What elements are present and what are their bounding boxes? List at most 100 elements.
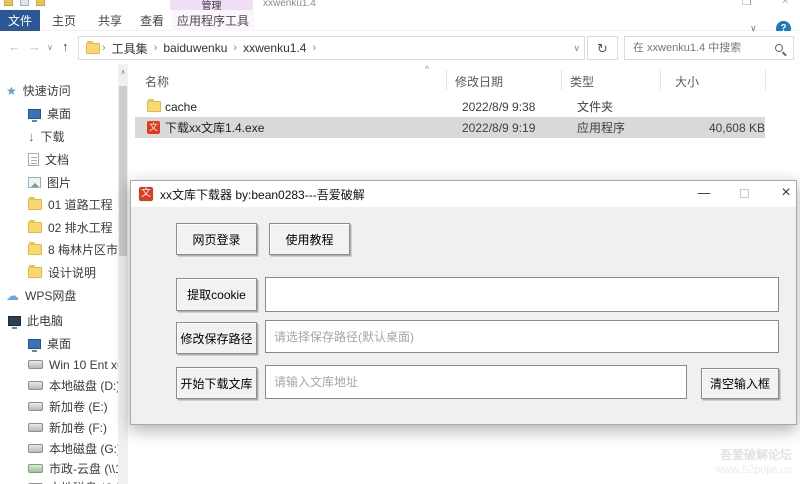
- quick-access-newfolder-icon[interactable]: [36, 0, 45, 6]
- tab-home[interactable]: 主页: [42, 10, 86, 31]
- window-title: xxwenku1.4: [263, 0, 316, 9]
- column-divider[interactable]: [660, 70, 661, 90]
- breadcrumb-separator: ›: [233, 42, 238, 54]
- file-row-cache[interactable]: cache 2022/8/9 9:38 文件夹: [135, 96, 765, 117]
- folder-icon: [28, 197, 42, 210]
- window-titlebar: 管理 xxwenku1.4 ❒ ×: [0, 0, 800, 10]
- dialog-app-icon: 文: [139, 187, 153, 201]
- sidebar-item-this-pc[interactable]: 此电脑: [8, 311, 118, 330]
- sidebar-item-drive-d[interactable]: 本地磁盘 (D:): [28, 376, 118, 395]
- column-divider[interactable]: [446, 70, 447, 90]
- downloader-dialog: 文 xx文库下载器 by:bean0283---吾爱破解 — × 网页登录 使用…: [130, 180, 797, 425]
- computer-icon: [8, 315, 21, 329]
- folder-icon: [28, 220, 42, 233]
- address-row: ← → ∨ ↑ › 工具集 › baiduwenku › xxwenku1.4 …: [0, 31, 800, 64]
- star-icon: ★: [6, 83, 17, 98]
- up-icon[interactable]: ↑: [62, 39, 69, 54]
- breadcrumb-baiduwenku[interactable]: baiduwenku: [159, 41, 231, 55]
- sidebar-item-folder-meilin[interactable]: 8 梅林片区市政: [28, 240, 118, 259]
- sidebar-item-drive-clipped[interactable]: 本地磁盘 (G:): [28, 478, 118, 484]
- tab-view[interactable]: 查看: [132, 10, 172, 31]
- sidebar-item-drive-c[interactable]: Win 10 Ent x64: [28, 355, 118, 374]
- dialog-title: xx文库下载器 by:bean0283---吾爱破解: [160, 187, 365, 202]
- doc-url-input[interactable]: [265, 365, 687, 399]
- sort-ascending-icon[interactable]: ^: [425, 64, 429, 74]
- search-box: [624, 36, 794, 60]
- start-download-button[interactable]: 开始下载文库: [176, 367, 257, 399]
- watermark: 吾爱破解论坛 www.52pojie.cn: [600, 448, 792, 478]
- address-dropdown-icon[interactable]: ∨: [573, 43, 580, 54]
- refresh-button[interactable]: ↻: [587, 36, 618, 60]
- tutorial-button[interactable]: 使用教程: [269, 223, 350, 255]
- sidebar-item-quick-access[interactable]: ★ 快速访问: [6, 81, 118, 100]
- dialog-titlebar[interactable]: 文 xx文库下载器 by:bean0283---吾爱破解 — ×: [131, 181, 796, 207]
- tab-file[interactable]: 文件: [0, 10, 40, 31]
- dialog-maximize-icon[interactable]: [727, 181, 761, 207]
- column-header-name[interactable]: 名称: [145, 73, 169, 90]
- picture-icon: [28, 177, 41, 188]
- clear-input-button[interactable]: 清空输入框: [701, 368, 779, 399]
- cookie-input[interactable]: [265, 277, 779, 312]
- sidebar-item-folder-design-notes[interactable]: 设计说明: [28, 263, 118, 282]
- address-bar[interactable]: › 工具集 › baiduwenku › xxwenku1.4 › ∨: [78, 36, 585, 60]
- sidebar-item-drive-g[interactable]: 本地磁盘 (G:): [28, 439, 118, 458]
- recent-locations-icon[interactable]: ∨: [47, 43, 53, 52]
- search-icon[interactable]: [775, 44, 783, 52]
- column-header-type[interactable]: 类型: [570, 73, 594, 90]
- sidebar-item-folder-road[interactable]: 01 道路工程: [28, 195, 118, 214]
- window-maximize-icon[interactable]: ❒: [742, 0, 752, 8]
- dialog-minimize-icon[interactable]: —: [687, 181, 721, 207]
- sidebar-scrollbar[interactable]: ∧: [118, 64, 128, 484]
- column-header-size[interactable]: 大小: [675, 73, 699, 90]
- tab-application-tools[interactable]: 应用程序工具: [172, 10, 254, 31]
- network-drive-icon: [28, 464, 43, 473]
- web-login-button[interactable]: 网页登录: [176, 223, 257, 255]
- download-icon: ↓: [28, 129, 35, 144]
- search-input[interactable]: [625, 42, 775, 54]
- scroll-up-icon[interactable]: ∧: [118, 68, 128, 76]
- modify-path-button[interactable]: 修改保存路径: [176, 322, 257, 354]
- sidebar-item-wps-cloud[interactable]: ☁ WPS网盘: [6, 286, 118, 305]
- forward-icon[interactable]: →: [28, 39, 41, 54]
- column-divider[interactable]: [765, 70, 766, 90]
- location-folder-icon: [86, 40, 100, 54]
- drive-icon: [28, 402, 43, 411]
- navigation-pane: ★ 快速访问 桌面 ↓ 下载 文档 图片 01 道路工程 02 排水工程 8 梅…: [0, 64, 118, 484]
- back-icon[interactable]: ←: [8, 39, 21, 54]
- quick-access-properties-icon[interactable]: [20, 0, 29, 6]
- tab-share[interactable]: 共享: [88, 10, 132, 31]
- save-path-input[interactable]: [265, 320, 779, 353]
- sidebar-item-desktop[interactable]: 桌面: [28, 334, 118, 353]
- extract-cookie-button[interactable]: 提取cookie: [176, 278, 257, 311]
- contextual-tab-manage[interactable]: 管理: [170, 0, 253, 10]
- ribbon-tab-bar: 文件 主页 共享 查看 应用程序工具 ∨ ?: [0, 10, 800, 36]
- monitor-icon: [28, 108, 41, 122]
- dialog-close-icon[interactable]: ×: [769, 181, 800, 207]
- breadcrumb-toolset[interactable]: 工具集: [108, 40, 152, 57]
- sidebar-item-desktop-pinned[interactable]: 桌面: [28, 104, 118, 123]
- breadcrumb-xxwenku14[interactable]: xxwenku1.4: [239, 41, 310, 55]
- quick-access-folder-icon[interactable]: [4, 0, 13, 6]
- document-icon: [28, 153, 39, 166]
- folder-icon: [147, 99, 161, 112]
- watermark-line2: www.52pojie.cn: [715, 464, 792, 476]
- window-close-icon[interactable]: ×: [782, 0, 788, 7]
- sidebar-item-folder-drainage[interactable]: 02 排水工程: [28, 218, 118, 237]
- sidebar-item-documents[interactable]: 文档: [28, 150, 118, 169]
- sidebar-item-downloads[interactable]: ↓ 下载: [28, 127, 118, 146]
- column-header-date[interactable]: 修改日期: [455, 73, 503, 90]
- sidebar-item-network-drive[interactable]: 市政-云盘 (\\192: [28, 459, 118, 478]
- monitor-icon: [28, 338, 41, 352]
- breadcrumb-separator: ›: [102, 42, 106, 54]
- breadcrumb-separator: ›: [153, 42, 158, 54]
- explorer-window: 管理 xxwenku1.4 ❒ × 文件 主页 共享 查看 应用程序工具 ∨ ?…: [0, 0, 800, 484]
- folder-icon: [28, 242, 42, 255]
- drive-icon: [28, 381, 43, 390]
- sidebar-item-drive-f[interactable]: 新加卷 (F:): [28, 418, 118, 437]
- scrollbar-thumb[interactable]: [119, 86, 127, 256]
- file-row-exe-selected[interactable]: 文 下载xx文库1.4.exe 2022/8/9 9:19 应用程序 40,60…: [135, 117, 765, 138]
- drive-icon: [28, 444, 43, 453]
- sidebar-item-pictures[interactable]: 图片: [28, 173, 118, 192]
- sidebar-item-drive-e[interactable]: 新加卷 (E:): [28, 397, 118, 416]
- column-divider[interactable]: [561, 70, 562, 90]
